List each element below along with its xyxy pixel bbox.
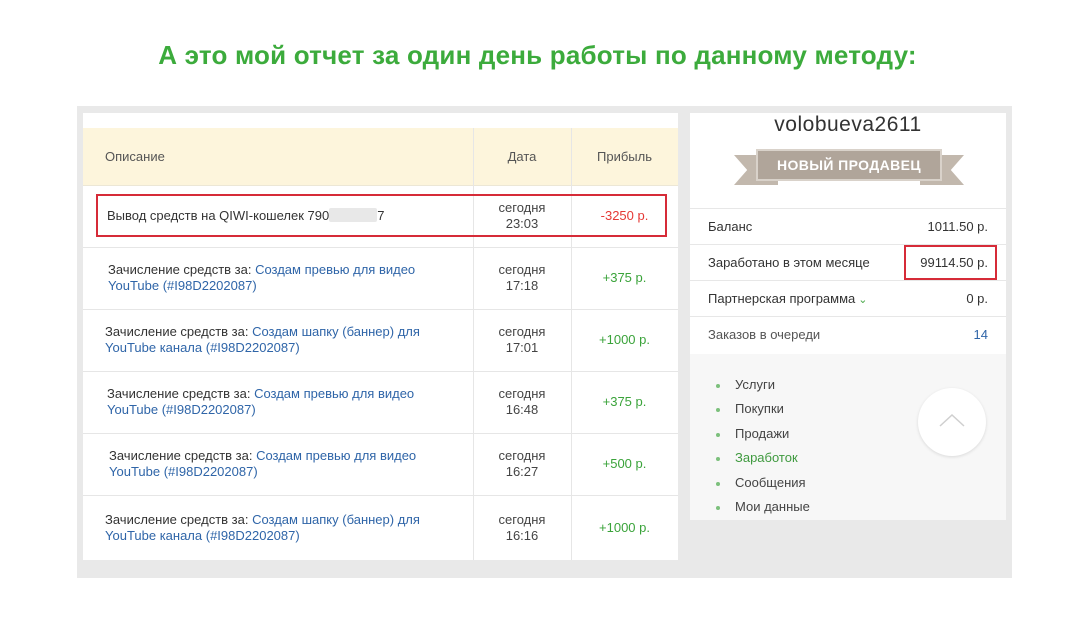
profile-panel: volobueva2611 НОВЫЙ ПРОДАВЕЦ Баланс 1011… [690, 113, 1006, 520]
seller-badge: НОВЫЙ ПРОДАВЕЦ [734, 149, 964, 189]
row-prefix: Зачисление средств за: [109, 448, 257, 463]
row-date: сегодня 16:16 [473, 495, 571, 560]
bullet-icon [716, 383, 720, 388]
table-row: Зачисление средств за: Создам шапку (бан… [83, 495, 678, 560]
row-prefix: Зачисление средств за: [105, 511, 253, 527]
menu-item-purchases[interactable]: Покупки [716, 401, 784, 416]
col-header-profit[interactable]: Прибыль [571, 128, 678, 185]
row-day: сегодня [498, 324, 546, 339]
row-prefix: Зачисление средств за: [108, 262, 256, 277]
bullet-icon [716, 456, 720, 461]
bullet-icon [716, 432, 720, 437]
row-description: Зачисление средств за: Создам превью для… [108, 247, 458, 309]
row-description: Зачисление средств за: Создам превью для… [107, 371, 457, 433]
menu-item-my-data[interactable]: Мои данные [716, 499, 810, 514]
row-prefix: Зачисление средств за: [105, 324, 253, 339]
row-description: Зачисление средств за: Создам шапку (бан… [105, 309, 455, 371]
scroll-top-button[interactable] [918, 388, 986, 456]
row-profit: +1000 р. [599, 519, 650, 535]
stat-value[interactable]: 14 [974, 317, 988, 353]
stat-label: Заработано в этом месяце [708, 255, 870, 270]
stat-label: Заказов в очереди [708, 327, 821, 342]
row-day: сегодня [498, 448, 546, 463]
transactions-panel: Описание Дата Прибыль Вывод средств на Q… [83, 113, 678, 560]
row-profit: +1000 р. [599, 332, 650, 347]
row-date: сегодня 16:48 [473, 371, 571, 433]
col-header-description[interactable]: Описание [105, 128, 165, 185]
row-time: 17:01 [505, 340, 539, 355]
menu-item-services[interactable]: Услуги [716, 377, 775, 392]
row-time: 16:48 [505, 402, 539, 417]
table-row: Зачисление средств за: Создам шапку (бан… [83, 309, 678, 372]
row-day: сегодня [498, 262, 546, 277]
table-row: Зачисление средств за: Создам превью для… [83, 433, 678, 496]
row-profit: +375 р. [602, 394, 647, 409]
bullet-icon [716, 505, 720, 510]
bullet-icon [716, 407, 720, 412]
menu-item-earnings[interactable]: Заработок [716, 450, 798, 465]
stat-value: 1011.50 р. [927, 219, 988, 234]
highlight-box-earnings [904, 245, 997, 280]
row-profit: +500 р. [602, 456, 647, 471]
stat-label[interactable]: Партнерская программа ⌄ [708, 281, 868, 318]
username[interactable]: volobueva2611 [690, 113, 1006, 137]
row-time: 16:16 [505, 527, 539, 543]
row-description: Зачисление средств за: Создам превью для… [109, 433, 459, 495]
menu-item-messages[interactable]: Сообщения [716, 475, 806, 490]
table-header: Описание Дата Прибыль [83, 128, 678, 186]
row-description: Зачисление средств за: Создам шапку (бан… [105, 495, 455, 560]
chevron-down-icon[interactable]: ⌄ [858, 294, 867, 306]
stat-label: Баланс [708, 219, 753, 234]
stat-value: 0 р. [966, 291, 988, 306]
row-date: сегодня 17:18 [473, 247, 571, 309]
table-row: Зачисление средств за: Создам превью для… [83, 371, 678, 434]
highlight-box-withdrawal [96, 194, 667, 237]
stat-partner-program[interactable]: Партнерская программа ⌄ 0 р. [690, 280, 1006, 317]
stat-balance: Баланс 1011.50 р. [690, 208, 1006, 245]
row-time: 16:27 [505, 464, 539, 479]
chevron-up-icon [939, 413, 965, 427]
row-prefix: Зачисление средств за: [107, 386, 255, 401]
stat-orders-queue: Заказов в очереди 14 [690, 316, 1006, 353]
seller-badge-label: НОВЫЙ ПРОДАВЕЦ [756, 149, 942, 181]
menu-item-sales[interactable]: Продажи [716, 426, 789, 441]
row-profit: +375 р. [602, 270, 647, 285]
bullet-icon [716, 481, 720, 486]
row-time: 17:18 [505, 278, 539, 293]
row-day: сегодня [498, 511, 546, 527]
table-row: Зачисление средств за: Создам превью для… [83, 247, 678, 310]
row-date: сегодня 17:01 [473, 309, 571, 371]
row-date: сегодня 16:27 [473, 433, 571, 495]
row-day: сегодня [498, 386, 546, 401]
col-header-date[interactable]: Дата [473, 128, 571, 185]
page-headline: А это мой отчет за один день работы по д… [158, 40, 917, 70]
